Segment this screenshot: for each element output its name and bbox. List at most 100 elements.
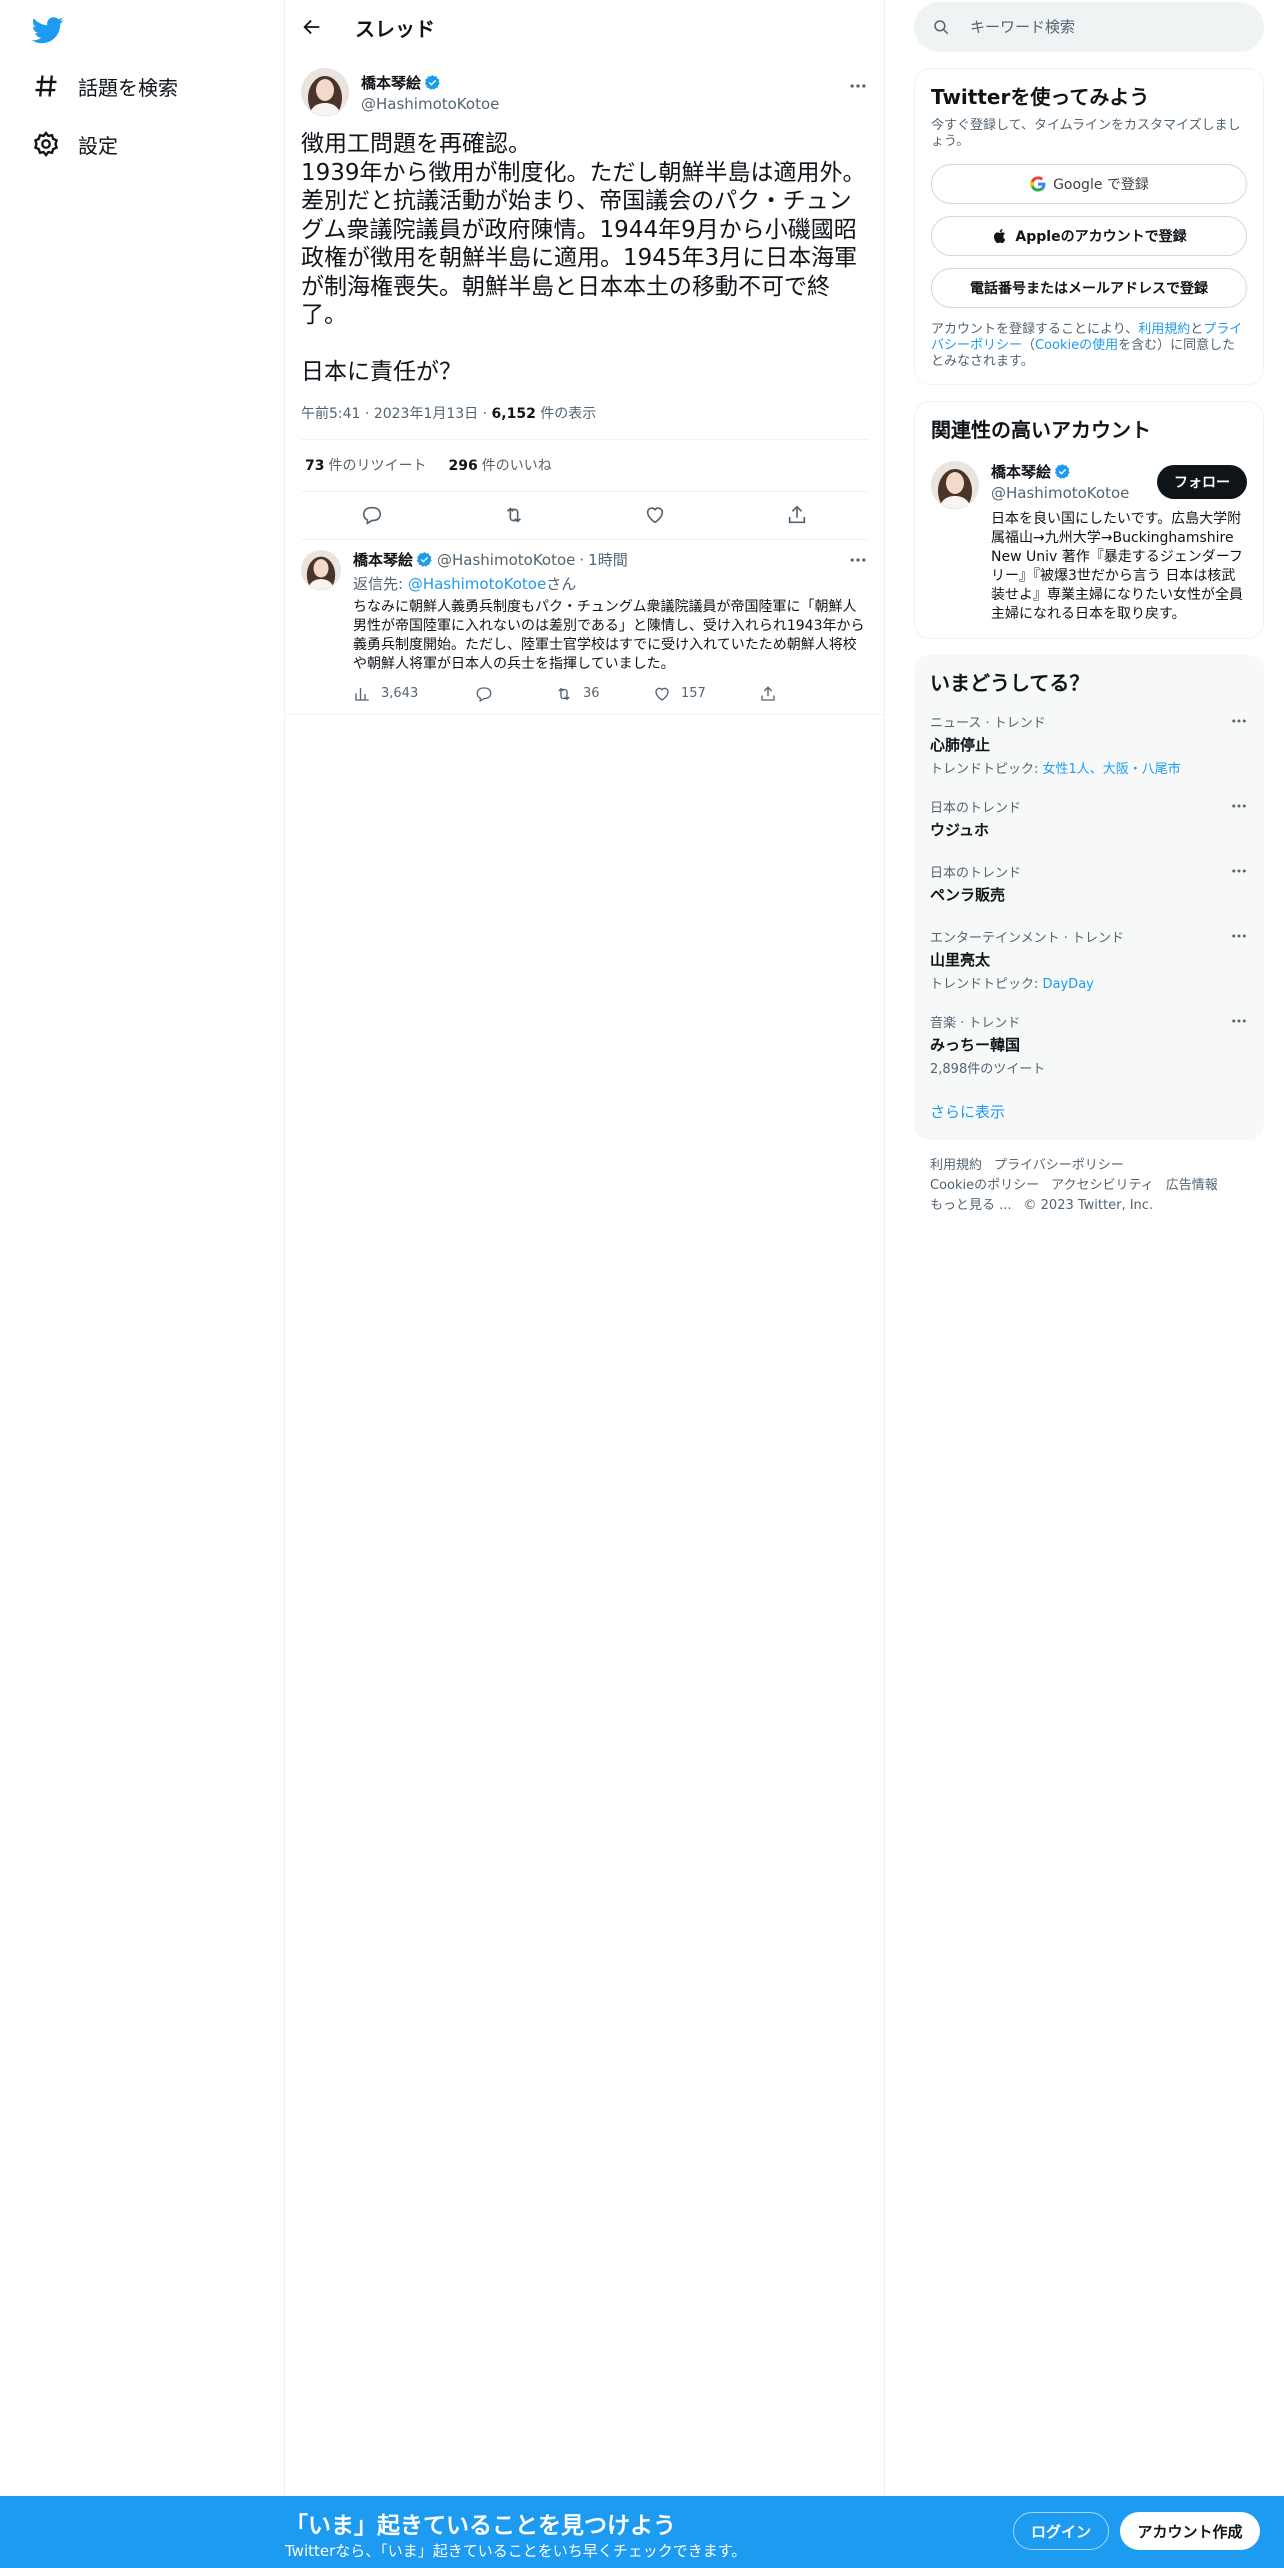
share-icon[interactable] bbox=[786, 504, 808, 526]
likes-stat[interactable]: 296 件のいいね bbox=[448, 455, 551, 475]
bottom-bar-subtitle: Twitterなら、「いま」起きていることをいち早くチェックできます。 bbox=[285, 2542, 747, 2560]
footer-link[interactable]: アクセシビリティ bbox=[1051, 1178, 1154, 1193]
retweets-count: 73 bbox=[305, 458, 325, 474]
tweet-views-count: 6,152 bbox=[491, 405, 536, 422]
trend-topic-link[interactable]: 女性1人、大阪・八尾市 bbox=[1043, 762, 1181, 777]
main-header: スレッド bbox=[285, 0, 884, 54]
trend-name: 心肺停止 bbox=[930, 736, 991, 754]
more-options-icon[interactable] bbox=[1230, 712, 1248, 730]
cookie-link[interactable]: Cookieの使用 bbox=[1035, 338, 1118, 353]
verified-badge-icon bbox=[416, 552, 432, 567]
footer-link[interactable]: もっと見る ... bbox=[930, 1198, 1012, 1213]
trend-item[interactable]: ニュース · トレンド 心肺停止 トレンドトピック: 女性1人、大阪・八尾市 bbox=[930, 712, 1248, 777]
user-name-text: 橋本琴絵 bbox=[361, 73, 422, 92]
phone-email-signup-label: 電話番号またはメールアドレスで登録 bbox=[970, 281, 1208, 297]
terms-link[interactable]: 利用規約 bbox=[1138, 322, 1190, 337]
retweet-icon[interactable] bbox=[503, 504, 525, 526]
tweet-views-label: 件の表示 bbox=[540, 405, 597, 422]
reply-user-handle[interactable]: @HashimotoKotoe bbox=[437, 551, 575, 569]
trend-item[interactable]: エンターテインメント · トレンド 山里亮太 トレンドトピック: DayDay bbox=[930, 927, 1248, 992]
trend-item[interactable]: 音楽 · トレンド みっちー韓国 2,898件のツイート bbox=[930, 1012, 1248, 1077]
footer-link[interactable]: 利用規約 bbox=[930, 1158, 982, 1173]
more-options-icon[interactable] bbox=[848, 76, 868, 96]
like-icon[interactable] bbox=[644, 504, 666, 526]
trend-extra: トレンドトピック: DayDay bbox=[930, 973, 1248, 992]
reply-to-prefix: 返信先: bbox=[353, 574, 408, 593]
reply-to-suffix: さん bbox=[546, 574, 577, 593]
trend-name: 山里亮太 bbox=[930, 951, 991, 969]
twitter-logo-icon[interactable] bbox=[32, 14, 64, 46]
share-icon bbox=[761, 685, 775, 701]
reply-to-link[interactable]: @HashimotoKotoe bbox=[408, 575, 546, 593]
trend-name: ペンラ販売 bbox=[930, 886, 1006, 904]
tweet-date[interactable]: 2023年1月13日 bbox=[374, 406, 478, 422]
more-options-icon[interactable] bbox=[1230, 1012, 1248, 1030]
views-action[interactable]: 3,643 bbox=[353, 685, 475, 703]
search-box[interactable] bbox=[914, 2, 1264, 52]
trend-topic-link[interactable]: DayDay bbox=[1043, 977, 1094, 992]
apple-signup-button[interactable]: Appleのアカウントで登録 bbox=[931, 216, 1247, 256]
right-column: Twitterを使ってみよう 今すぐ登録して、タイムラインをカスタマイズしましょ… bbox=[914, 0, 1264, 1216]
related-account[interactable]: 橋本琴絵 @HashimotoKotoe 日本を良い国にしたいです。広島大学附属… bbox=[931, 461, 1247, 624]
show-more-link[interactable]: さらに表示 bbox=[930, 1101, 1248, 1122]
avatar[interactable] bbox=[301, 549, 341, 590]
login-button[interactable]: ログイン bbox=[1013, 2512, 1109, 2550]
signup-card-subtitle: 今すぐ登録して、タイムラインをカスタマイズしましょう。 bbox=[931, 118, 1241, 149]
trend-tweet-count: 2,898件のツイート bbox=[930, 1062, 1046, 1077]
reply-header: 橋本琴絵 @HashimotoKotoe · 1時間 bbox=[353, 550, 868, 570]
nav-explore[interactable]: 話題を検索 bbox=[32, 66, 178, 106]
reply-to-line: 返信先: @HashimotoKotoeさん bbox=[353, 573, 868, 594]
google-signup-button[interactable]: Google で登録 bbox=[931, 164, 1247, 204]
signup-card: Twitterを使ってみよう 今すぐ登録して、タイムラインをカスタマイズしましょ… bbox=[914, 68, 1264, 385]
likes-count: 296 bbox=[448, 458, 478, 474]
related-accounts-card: 関連性の高いアカウント 橋本琴絵 @HashimotoKotoe 日本を良い国に… bbox=[914, 401, 1264, 639]
trend-item[interactable]: 日本のトレンド ウジュホ bbox=[930, 797, 1248, 840]
reply-tweet[interactable]: 橋本琴絵 @HashimotoKotoe · 1時間 返信先: @Hashimo… bbox=[285, 540, 884, 715]
more-options-icon[interactable] bbox=[1230, 862, 1248, 880]
trend-item[interactable]: 日本のトレンド ペンラ販売 bbox=[930, 862, 1248, 905]
signup-card-title: Twitterを使ってみよう bbox=[931, 85, 1150, 109]
apple-logo-icon bbox=[994, 228, 1006, 244]
footer-link[interactable]: プライバシーポリシー bbox=[994, 1158, 1124, 1173]
user-handle[interactable]: @HashimotoKotoe bbox=[361, 95, 499, 113]
more-options-icon[interactable] bbox=[1230, 797, 1248, 815]
footer-link[interactable]: Cookieのポリシー bbox=[930, 1178, 1039, 1193]
avatar[interactable] bbox=[931, 461, 979, 509]
reply-icon bbox=[476, 686, 492, 702]
reply-time[interactable]: 1時間 bbox=[588, 549, 628, 570]
user-name[interactable]: 橋本琴絵 bbox=[361, 72, 499, 93]
more-options-icon[interactable] bbox=[1230, 927, 1248, 945]
search-input[interactable] bbox=[970, 18, 1230, 36]
page-title: スレッド bbox=[355, 16, 435, 41]
follow-button[interactable]: フォロー bbox=[1157, 465, 1247, 499]
trend-name: みっちー韓国 bbox=[930, 1036, 1021, 1054]
like-action[interactable]: 157 bbox=[653, 685, 759, 703]
reply-views-count: 3,643 bbox=[381, 686, 419, 701]
separator-dot: · bbox=[579, 550, 585, 569]
phone-email-signup-button[interactable]: 電話番号またはメールアドレスで登録 bbox=[931, 268, 1247, 308]
trends-card: いまどうしてる？ ニュース · トレンド 心肺停止 トレンドトピック: 女性1人… bbox=[914, 655, 1264, 1140]
back-arrow-icon[interactable] bbox=[301, 16, 323, 38]
retweets-stat[interactable]: 73 件のリツイート bbox=[305, 455, 426, 475]
trends-title: いまどうしてる？ bbox=[930, 671, 1090, 695]
reply-action[interactable] bbox=[475, 685, 555, 703]
more-options-icon[interactable] bbox=[848, 550, 868, 570]
create-account-button[interactable]: アカウント作成 bbox=[1120, 2512, 1260, 2550]
verified-badge-icon bbox=[1054, 464, 1070, 479]
trend-name: ウジュホ bbox=[930, 821, 989, 839]
tweet-time[interactable]: 午前5:41 bbox=[301, 406, 360, 422]
avatar[interactable] bbox=[301, 68, 349, 116]
reply-user-name[interactable]: 橋本琴絵 bbox=[353, 549, 413, 570]
share-action[interactable] bbox=[759, 685, 787, 703]
legal-and: と bbox=[1190, 322, 1204, 337]
trend-extra: トレンドトピック: 女性1人、大阪・八尾市 bbox=[930, 758, 1248, 777]
reply-text: ちなみに朝鮮人義勇兵制度もパク・チュングム衆議院議員が帝国陸軍に「朝鮮人男性が帝… bbox=[353, 598, 865, 672]
nav-settings[interactable]: 設定 bbox=[32, 124, 118, 164]
reply-icon[interactable] bbox=[361, 504, 383, 526]
retweet-action[interactable]: 36 bbox=[555, 685, 653, 703]
trend-category: エンターテインメント · トレンド bbox=[930, 931, 1125, 946]
nav-explore-label: 話題を検索 bbox=[78, 75, 178, 100]
google-signup-label: Google で登録 bbox=[1053, 177, 1149, 193]
footer-link[interactable]: 広告情報 bbox=[1166, 1178, 1218, 1193]
footer-row: もっと見る ... © 2023 Twitter, Inc. bbox=[930, 1196, 1248, 1216]
